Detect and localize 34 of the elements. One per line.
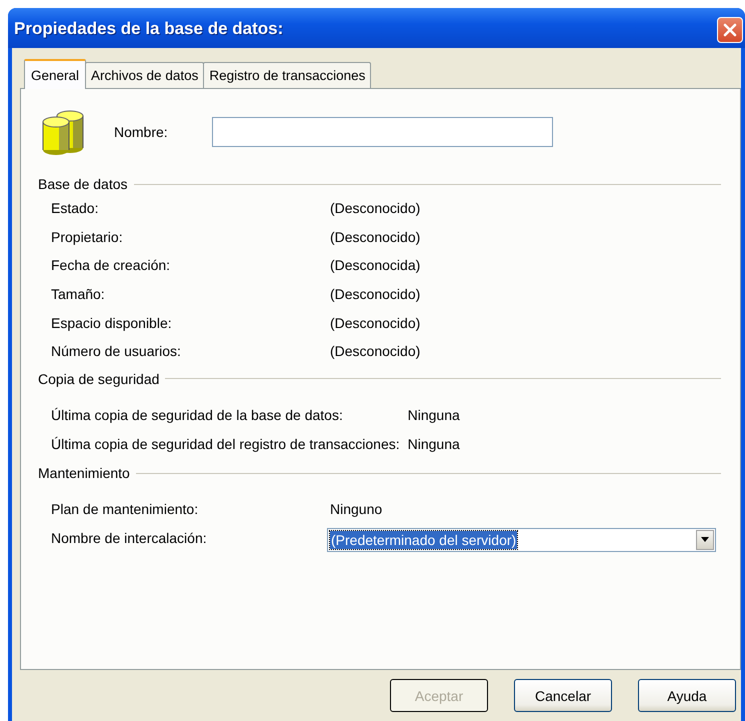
property-label: Plan de mantenimiento: — [51, 500, 200, 520]
property-value: (Desconocido) — [330, 199, 422, 218]
property-label: Fecha de creación: — [51, 256, 172, 276]
property-value: Ninguno — [330, 500, 384, 520]
collation-dropdown[interactable]: (Predeterminado del servidor) — [327, 528, 716, 552]
window-title: Propiedades de la base de datos: — [14, 19, 284, 39]
close-icon — [723, 23, 737, 37]
property-value: (Desconocida) — [330, 256, 422, 276]
dialog-button[interactable]: Ayuda — [638, 679, 736, 712]
property-label: Propietario: — [51, 228, 124, 247]
property-value: (Desconocido) — [330, 285, 422, 304]
close-button[interactable] — [717, 17, 743, 43]
property-value: Ninguna — [408, 406, 461, 426]
name-label: Nombre: — [114, 124, 169, 140]
section-heading: Base de datos — [38, 176, 128, 192]
property-label: Estado: — [51, 199, 100, 218]
property-label: Número de usuarios: — [51, 342, 182, 362]
property-label: Última copia de seguridad de la base de datos: — [51, 406, 344, 426]
property-value: (Desconocido) — [330, 314, 422, 333]
property-value: (Desconocido) — [330, 342, 422, 362]
property-value: (Desconocido) — [330, 228, 422, 247]
tab[interactable]: General — [24, 59, 86, 89]
property-label: Espacio disponible: — [51, 314, 173, 333]
dialog-button[interactable]: Cancelar — [514, 679, 612, 712]
section-heading: Copia de seguridad — [38, 370, 160, 387]
section-heading: Mantenimiento — [38, 465, 130, 482]
property-value: Ninguna — [408, 434, 461, 454]
property-label: Última copia de seguridad del registro de transacciones: — [51, 434, 400, 454]
name-field[interactable] — [212, 117, 553, 147]
tab[interactable]: Archivos de datos — [85, 62, 204, 88]
property-label: Nombre de intercalación: — [51, 529, 208, 548]
property-label: Tamaño: — [51, 285, 106, 304]
dropdown-arrow-icon — [701, 537, 709, 542]
tab[interactable]: Registro de transacciones — [203, 62, 372, 88]
